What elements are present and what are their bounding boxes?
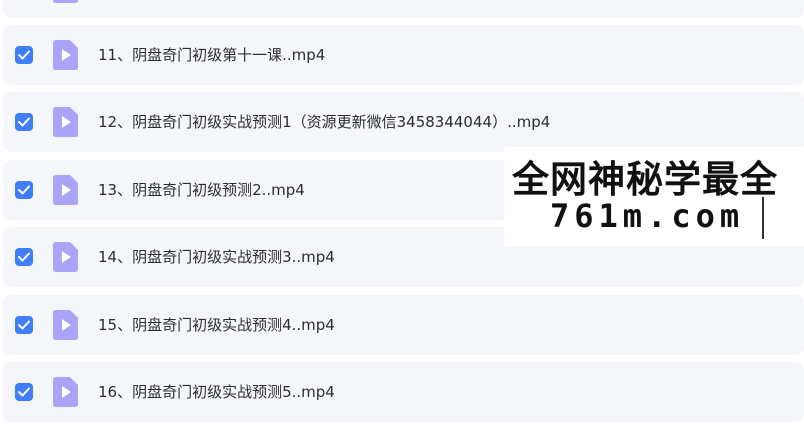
file-name[interactable]: 13、阴盘奇门初级预测2..mp4	[98, 160, 305, 220]
video-file-icon	[53, 107, 78, 137]
checkbox-checked[interactable]	[15, 383, 33, 401]
checkbox-checked[interactable]	[15, 248, 33, 266]
list-item[interactable]: 16、阴盘奇门初级实战预测5..mp4	[3, 362, 804, 422]
video-file-icon	[53, 175, 78, 205]
check-icon	[18, 320, 30, 330]
list-item[interactable]: 11、阴盘奇门初级第十一课..mp4	[3, 25, 804, 85]
check-icon	[18, 117, 30, 127]
checkbox-checked[interactable]	[15, 316, 33, 334]
watermark-title: 全网神秘学最全	[512, 158, 778, 201]
list-item[interactable]: 12、阴盘奇门初级实战预测1（资源更新微信3458344044）..mp4	[3, 92, 804, 152]
video-file-icon	[53, 242, 78, 272]
watermark-url: 761m.com	[550, 197, 745, 235]
video-file-icon	[53, 40, 78, 70]
file-name[interactable]: 12、阴盘奇门初级实战预测1（资源更新微信3458344044）..mp4	[98, 92, 550, 152]
file-list: 11、阴盘奇门初级第十一课..mp4 12、阴盘奇门初级实战预测1（资源更新微信…	[0, 0, 804, 425]
check-icon	[18, 252, 30, 262]
check-icon	[18, 387, 30, 397]
watermark-overlay: 全网神秘学最全 761m.com	[504, 147, 804, 246]
checkbox-checked[interactable]	[15, 181, 33, 199]
video-file-icon	[53, 377, 78, 407]
file-name[interactable]: 16、阴盘奇门初级实战预测5..mp4	[98, 362, 335, 422]
video-file-icon	[53, 0, 78, 3]
list-item[interactable]: 15、阴盘奇门初级实战预测4..mp4	[3, 295, 804, 355]
list-item[interactable]	[3, 0, 804, 18]
check-icon	[18, 185, 30, 195]
video-file-icon	[53, 310, 78, 340]
checkbox-checked[interactable]	[15, 113, 33, 131]
check-icon	[18, 50, 30, 60]
checkbox-checked[interactable]	[15, 46, 33, 64]
file-name[interactable]: 15、阴盘奇门初级实战预测4..mp4	[98, 295, 335, 355]
file-name[interactable]: 14、阴盘奇门初级实战预测3..mp4	[98, 227, 335, 287]
watermark-divider	[762, 197, 764, 239]
file-name[interactable]: 11、阴盘奇门初级第十一课..mp4	[98, 25, 325, 85]
